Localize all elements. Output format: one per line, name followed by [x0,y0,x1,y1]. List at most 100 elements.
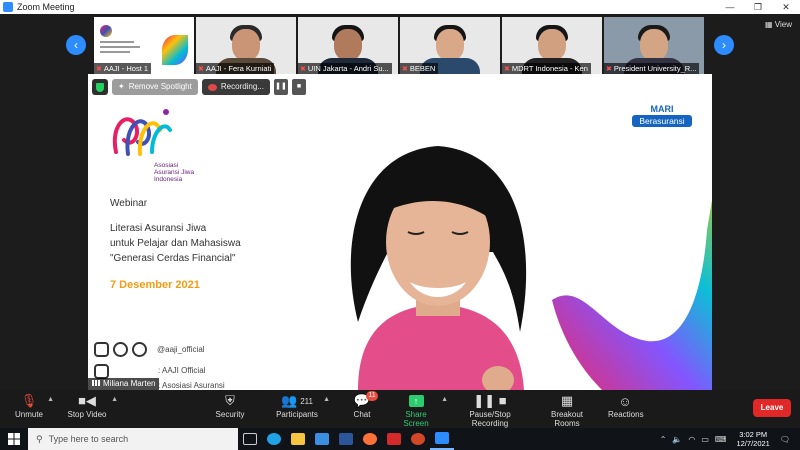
battery-icon[interactable]: ▭ [701,435,709,444]
mic-muted-icon: ✖ [504,66,510,73]
thumbnail-label: ✖ AAJI - Fera Kurniati [196,63,275,74]
stop-recording-button[interactable]: ■ [292,79,306,95]
search-icon: ⚲ [36,433,43,444]
mari-berasuransi-logo: MARI Berasuransi [632,104,692,142]
windows-start-button[interactable] [0,428,28,450]
participants-button[interactable]: 👥 211 Participants ▲ [274,392,330,419]
smiley-plus-icon: ☺ [618,393,632,409]
thumbnail-3[interactable]: ✖ BEBEN [400,17,500,74]
thumbnail-0[interactable]: ✖ AAJI - Host 1 [94,17,194,74]
participants-count: 211 [300,396,313,406]
slide-line-2: untuk Pelajar dan Mahasiswa [110,238,241,249]
minimize-button[interactable]: — [716,0,744,14]
share-screen-button[interactable]: ↑ Share Screen ▲ [394,392,448,428]
view-button[interactable]: ▦ View [765,20,792,29]
linkedin-handle: : Asosiasi Asuransi [158,381,225,390]
acrobat-icon[interactable] [382,428,406,450]
thumbnail-strip: ✖ AAJI - Host 1 ✖ AAJI - Fera Kurniati ✖ UI… [94,17,706,75]
maximize-button[interactable]: ❐ [744,0,772,14]
slide-line-3: "Generasi Cerdas Financial" [110,253,236,264]
thumbnail-2[interactable]: ✖ UIN Jakarta - Andri Su... [298,17,398,74]
participant-face [538,29,566,61]
slide-line-1: Literasi Asuransi Jiwa [110,223,207,234]
title-bar: Zoom Meeting — ❐ ✕ [0,0,800,14]
chat-button[interactable]: 💬 11 Chat [352,391,378,419]
breakout-rooms-button[interactable]: ▦ Breakout Rooms [538,392,596,428]
notifications-icon[interactable]: 🗨 [780,435,790,444]
pause-stop-recording-button[interactable]: ❚❚ ■ Pause/Stop Recording [452,392,528,428]
thumbnail-label: ✖ President University_R... [604,63,700,74]
leave-button[interactable]: Leave [753,399,791,417]
facebook-icon [113,342,128,357]
breakout-rooms-icon: ▦ [560,393,574,408]
wifi-icon[interactable]: ◠ [688,435,695,444]
thumbnail-5[interactable]: ✖ President University_R... [604,17,704,74]
edge-icon[interactable] [262,428,286,450]
chat-badge: 11 [366,391,378,401]
aaji-logo-icon [112,109,172,156]
thumbnail-label: ✖ MDRT Indonesia - Ken [502,63,591,74]
aaji-logo-icon [100,25,112,37]
unmute-button[interactable]: 🎙 Unmute ▲ [14,392,54,419]
aaji-logo-text: Asosiasi Asuransi Jiwa Indonesia [154,162,195,183]
stop-video-button[interactable]: ■◀ Stop Video ▲ [66,392,119,419]
taskbar-search[interactable]: ⚲ Type here to search [28,428,238,450]
security-button[interactable]: ⛨ Security [212,392,248,419]
close-button[interactable]: ✕ [772,0,800,14]
zoom-icon [3,2,13,12]
participant-face [334,29,362,61]
firefox-icon[interactable] [358,428,382,450]
meeting-toolbar: 🎙 Unmute ▲ ■◀ Stop Video ▲ ⛨ Security 👥 211 Par… [0,390,800,428]
social-handle: @aaji_official [157,345,205,354]
speaker-name-tag: Miliana Marten [88,378,160,390]
mic-muted-icon: ✖ [96,66,102,73]
pause-recording-button[interactable]: ❚❚ [274,79,288,95]
reactions-button[interactable]: ☺ Reactions [608,392,644,420]
speaker-icon[interactable]: 🔈 [672,435,682,444]
social-row: @aaji_official [94,342,205,357]
slide-text: Webinar Literasi Asuransi Jiwa untuk Pel… [110,196,241,293]
chevron-up-icon[interactable]: ⌃ [660,435,667,444]
thumbnail-1[interactable]: ✖ AAJI - Fera Kurniati [196,17,296,74]
mic-muted-icon: 🎙 [20,393,38,408]
chevron-up-icon: ▲ [47,396,54,403]
mail-icon[interactable] [310,428,334,450]
signal-bars-icon [92,380,100,386]
speaker-video [350,146,527,390]
mic-muted-icon: ✖ [606,66,612,73]
spotlight-controls: ✦ Remove Spotlight Recording... ❚❚ ■ [92,79,306,95]
zoom-taskbar-icon[interactable] [430,428,454,450]
participant-face [436,29,464,61]
prev-page-button[interactable]: ‹ [66,35,86,55]
video-camera-icon: ■◀ [78,393,96,408]
chevron-up-icon: ▲ [111,396,118,403]
thumbnail-4[interactable]: ✖ MDRT Indonesia - Ken [502,17,602,74]
taskbar-clock[interactable]: 3:02 PM 12/7/2021 [736,430,769,448]
spotlight-video[interactable]: ✦ Remove Spotlight Recording... ❚❚ ■ Asos… [88,74,712,390]
view-label: View [774,20,792,29]
slide-date: 7 Desember 2021 [110,279,200,291]
grid-icon: ▦ [765,20,775,29]
windows-taskbar: ⚲ Type here to search ⌃ 🔈 ◠ ▭ ⌨ 3:02 PM 12… [0,428,800,450]
thumbnail-label: ✖ AAJI - Host 1 [94,63,152,74]
youtube-handle: : AAJI Official [158,366,206,375]
task-view-button[interactable] [238,428,262,450]
mic-muted-icon: ✖ [198,66,204,73]
remove-spotlight-button[interactable]: ✦ Remove Spotlight [112,79,198,95]
powerpoint-icon[interactable] [406,428,430,450]
participants-icon: 👥 211 [281,393,313,408]
next-page-button[interactable]: › [714,35,734,55]
pause-stop-icon: ❚❚ ■ [473,393,507,408]
chevron-up-icon: ▲ [441,396,448,403]
shield-icon: ⛨ [225,393,235,408]
file-explorer-icon[interactable] [286,428,310,450]
security-shield-icon[interactable] [92,79,108,95]
cloud-recording-icon [207,83,217,91]
slide-heading: Webinar [110,198,148,209]
windows-logo-icon [8,433,20,445]
search-placeholder: Type here to search [48,434,129,444]
recording-indicator: Recording... [201,79,270,95]
youtube-icon [94,364,109,379]
word-icon[interactable] [334,428,358,450]
keyboard-icon[interactable]: ⌨ [715,435,727,444]
